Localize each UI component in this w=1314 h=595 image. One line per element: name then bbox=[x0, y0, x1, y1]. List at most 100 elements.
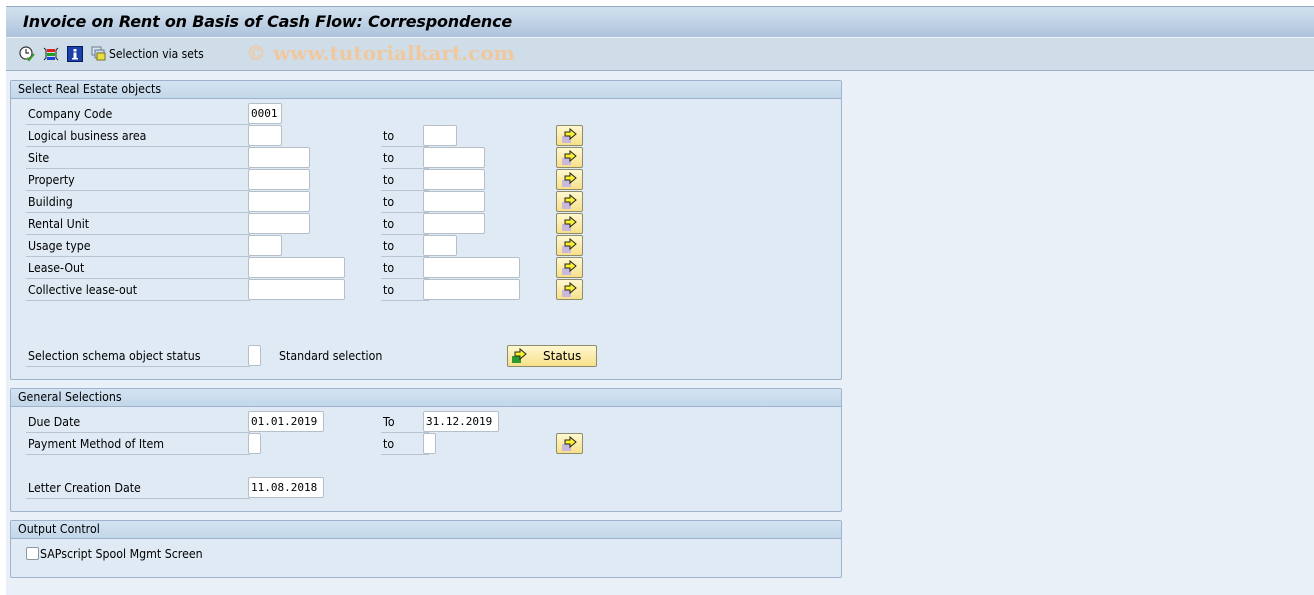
multiple-selection-arrow-icon bbox=[562, 260, 577, 275]
site-to-input[interactable] bbox=[423, 147, 485, 168]
field-label: Site bbox=[26, 149, 250, 169]
page-title: Invoice on Rent on Basis of Cash Flow: C… bbox=[23, 12, 513, 31]
field-label: Usage type bbox=[26, 237, 250, 257]
multiple-selection-button[interactable] bbox=[556, 169, 583, 190]
selection-schema-row: Selection schema object status Standard … bbox=[11, 345, 841, 367]
multiple-selection-arrow-icon bbox=[562, 238, 577, 253]
site-row: Site to bbox=[11, 147, 841, 169]
field-label: Letter Creation Date bbox=[26, 479, 250, 499]
field-label: Building bbox=[26, 193, 250, 213]
to-label: to bbox=[381, 127, 429, 147]
field-label: Due Date bbox=[26, 413, 250, 433]
letter-creation-date-input[interactable]: 11.08.2018 bbox=[248, 477, 324, 498]
building-to-input[interactable] bbox=[423, 191, 485, 212]
logical-business-area-to-input[interactable] bbox=[423, 125, 457, 146]
selection-options-icon[interactable] bbox=[43, 46, 59, 62]
group-output-control: Output Control SAPscript Spool Mgmt Scre… bbox=[10, 520, 842, 578]
sapscript-spool-checkbox[interactable] bbox=[26, 547, 39, 560]
collective-lease-out-row: Collective lease-out to bbox=[11, 279, 841, 301]
due-date-row: Due Date 01.01.2019 To 31.12.2019 bbox=[11, 411, 841, 433]
to-label: to bbox=[381, 435, 429, 455]
rental-unit-to-input[interactable] bbox=[423, 213, 485, 234]
multiple-selection-arrow-icon bbox=[562, 436, 577, 451]
logical-business-area-row: Logical business area to bbox=[11, 125, 841, 147]
title-bar: Invoice on Rent on Basis of Cash Flow: C… bbox=[6, 7, 1314, 38]
logical-business-area-from-input[interactable] bbox=[248, 125, 282, 146]
multiple-selection-arrow-icon bbox=[562, 172, 577, 187]
property-from-input[interactable] bbox=[248, 169, 310, 190]
company-code-input[interactable]: 0001 bbox=[248, 103, 282, 124]
field-label: Collective lease-out bbox=[26, 281, 250, 301]
property-to-input[interactable] bbox=[423, 169, 485, 190]
lease-out-from-input[interactable] bbox=[248, 257, 345, 278]
to-label: to bbox=[381, 149, 429, 169]
multiple-selection-button[interactable] bbox=[556, 125, 583, 146]
group-header: Select Real Estate objects bbox=[11, 81, 841, 99]
multiple-selection-arrow-icon bbox=[562, 194, 577, 209]
multiple-selection-button[interactable] bbox=[556, 279, 583, 300]
multiple-selection-arrow-icon bbox=[562, 128, 577, 143]
application-toolbar: Selection via sets © www.tutorialkart.co… bbox=[6, 38, 1314, 71]
field-label: Selection schema object status bbox=[26, 347, 250, 367]
multiple-selection-arrow-icon bbox=[562, 150, 577, 165]
sapscript-spool-label[interactable]: SAPscript Spool Mgmt Screen bbox=[40, 545, 217, 563]
building-row: Building to bbox=[11, 191, 841, 213]
payment-method-from-input[interactable] bbox=[248, 433, 261, 454]
info-icon[interactable] bbox=[67, 46, 83, 62]
selection-sets-icon[interactable] bbox=[91, 46, 107, 62]
to-label: to bbox=[381, 193, 429, 213]
usage-type-to-input[interactable] bbox=[423, 235, 457, 256]
group-header: General Selections bbox=[11, 389, 841, 407]
group-header: Output Control bbox=[11, 521, 841, 539]
to-label: To bbox=[381, 413, 429, 433]
group-select-real-estate-objects: Select Real Estate objects Company Code … bbox=[10, 80, 842, 380]
building-from-input[interactable] bbox=[248, 191, 310, 212]
usage-type-row: Usage type to bbox=[11, 235, 841, 257]
lease-out-row: Lease-Out to bbox=[11, 257, 841, 279]
selection-schema-description: Standard selection bbox=[279, 349, 383, 363]
to-label: to bbox=[381, 259, 429, 279]
sapscript-spool-row: SAPscript Spool Mgmt Screen bbox=[11, 543, 841, 565]
execute-clock-icon[interactable] bbox=[19, 46, 35, 62]
status-button-label: Status bbox=[543, 349, 582, 363]
usage-type-from-input[interactable] bbox=[248, 235, 282, 256]
collective-lease-out-from-input[interactable] bbox=[248, 279, 345, 300]
property-row: Property to bbox=[11, 169, 841, 191]
field-label: Company Code bbox=[26, 105, 250, 125]
collective-lease-out-to-input[interactable] bbox=[423, 279, 520, 300]
group-general-selections: General Selections Due Date 01.01.2019 T… bbox=[10, 388, 842, 512]
multiple-selection-button[interactable] bbox=[556, 433, 583, 454]
payment-method-to-input[interactable] bbox=[423, 433, 436, 454]
lease-out-to-input[interactable] bbox=[423, 257, 520, 278]
letter-creation-date-row: Letter Creation Date 11.08.2018 bbox=[11, 477, 841, 499]
multiple-selection-button[interactable] bbox=[556, 257, 583, 278]
selection-schema-input[interactable] bbox=[248, 345, 261, 366]
rental-unit-from-input[interactable] bbox=[248, 213, 310, 234]
field-label: Logical business area bbox=[26, 127, 250, 147]
site-from-input[interactable] bbox=[248, 147, 310, 168]
company-code-row: Company Code 0001 bbox=[11, 103, 841, 125]
payment-method-row: Payment Method of Item to bbox=[11, 433, 841, 455]
multiple-selection-button[interactable] bbox=[556, 191, 583, 212]
multiple-selection-arrow-icon bbox=[562, 216, 577, 231]
multiple-selection-button[interactable] bbox=[556, 147, 583, 168]
field-label: Lease-Out bbox=[26, 259, 250, 279]
to-label: to bbox=[381, 281, 429, 301]
multiple-selection-arrow-icon bbox=[562, 282, 577, 297]
to-label: to bbox=[381, 215, 429, 235]
watermark: © www.tutorialkart.com bbox=[246, 41, 515, 65]
sap-window: Invoice on Rent on Basis of Cash Flow: C… bbox=[6, 6, 1314, 595]
to-label: to bbox=[381, 171, 429, 191]
to-label: to bbox=[381, 237, 429, 257]
selection-via-sets-button[interactable]: Selection via sets bbox=[109, 47, 204, 61]
multiple-selection-button[interactable] bbox=[556, 235, 583, 256]
multiple-selection-button[interactable] bbox=[556, 213, 583, 234]
due-date-from-input[interactable]: 01.01.2019 bbox=[248, 411, 324, 432]
field-label: Property bbox=[26, 171, 250, 191]
rental-unit-row: Rental Unit to bbox=[11, 213, 841, 235]
field-label: Rental Unit bbox=[26, 215, 250, 235]
status-arrow-icon bbox=[512, 348, 527, 363]
status-button[interactable]: Status bbox=[507, 345, 597, 367]
field-label: Payment Method of Item bbox=[26, 435, 250, 455]
due-date-to-input[interactable]: 31.12.2019 bbox=[423, 411, 499, 432]
